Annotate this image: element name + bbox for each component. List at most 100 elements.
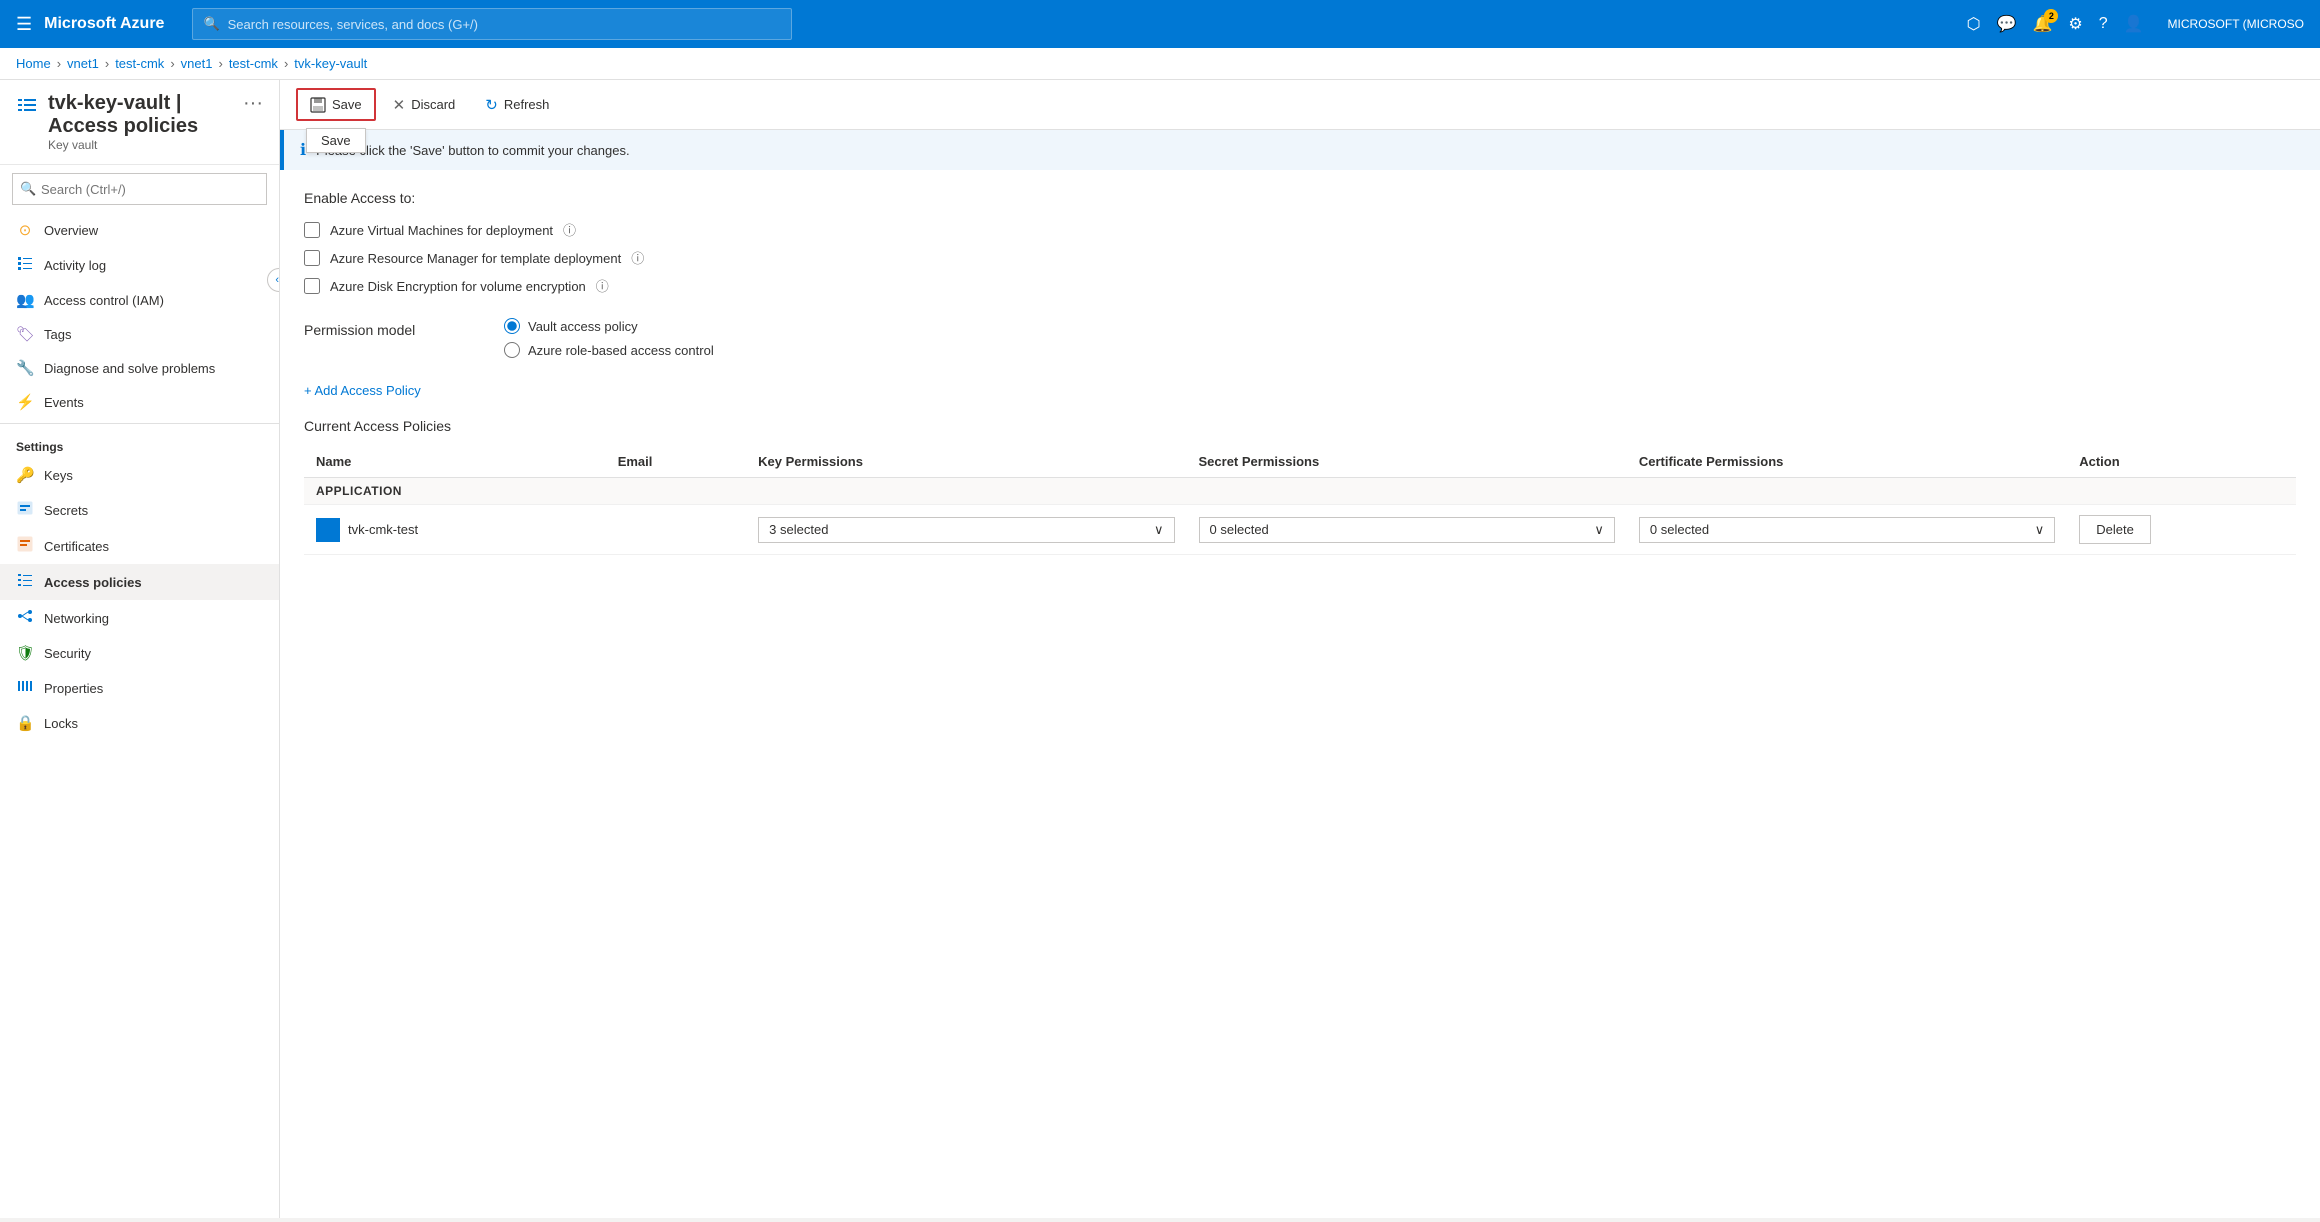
arm-checkbox[interactable] (304, 250, 320, 266)
breadcrumb-tvk-key-vault[interactable]: tvk-key-vault (294, 56, 367, 71)
sidebar-overview-label: Overview (44, 223, 98, 238)
page-title: tvk-key-vault | Access policies (48, 92, 233, 138)
key-permissions-dropdown[interactable]: 3 selected ∨ (758, 517, 1174, 543)
row-email (606, 505, 746, 555)
menu-icon[interactable]: ☰ (16, 14, 32, 35)
sidebar-item-events[interactable]: ⚡ Events (0, 385, 279, 419)
sidebar-item-certificates[interactable]: Certificates (0, 528, 279, 564)
top-nav: ☰ Microsoft Azure 🔍 Search resources, se… (0, 0, 2320, 48)
rbac-radio-item: Azure role-based access control (504, 342, 714, 358)
arm-info-btn[interactable]: ⓘ (631, 252, 644, 265)
col-email: Email (606, 446, 746, 478)
sidebar-item-diagnose[interactable]: 🔧 Diagnose and solve problems (0, 351, 279, 385)
row-action: Delete (2067, 505, 2296, 555)
rbac-label: Azure role-based access control (528, 343, 714, 358)
sidebar-item-overview[interactable]: ⊙ Overview (0, 213, 279, 247)
cert-permissions-dropdown[interactable]: 0 selected ∨ (1639, 517, 2055, 543)
delete-button[interactable]: Delete (2079, 515, 2151, 544)
rbac-radio[interactable] (504, 342, 520, 358)
vm-checkbox[interactable] (304, 222, 320, 238)
locks-icon: 🔒 (16, 714, 34, 732)
sidebar-access-policies-label: Access policies (44, 575, 142, 590)
breadcrumb-vnet1-2[interactable]: vnet1 (181, 56, 213, 71)
arm-checkbox-item: Azure Resource Manager for template depl… (304, 250, 2296, 266)
sidebar-item-security[interactable]: 🛡 Security (0, 636, 279, 670)
sidebar-item-access-control[interactable]: 👥 Access control (IAM) (0, 283, 279, 317)
sidebar-access-control-label: Access control (IAM) (44, 293, 164, 308)
col-action: Action (2067, 446, 2296, 478)
add-access-policy-link[interactable]: + Add Access Policy (304, 383, 421, 398)
save-tooltip: Save (306, 128, 366, 153)
vm-info-btn[interactable]: ⓘ (563, 224, 576, 237)
security-icon: 🛡 (16, 644, 34, 662)
discard-icon: ✕ (393, 96, 406, 114)
vm-checkbox-item: Azure Virtual Machines for deployment ⓘ (304, 222, 2296, 238)
table-row: tvk-cmk-test 3 selected ∨ 0 (304, 505, 2296, 555)
refresh-icon: ↻ (485, 96, 498, 114)
policies-table: Name Email Key Permissions Secret Permis… (304, 446, 2296, 555)
settings-section-label: Settings (0, 428, 279, 458)
key-permissions-chevron: ∨ (1154, 522, 1164, 538)
sidebar-locks-label: Locks (44, 716, 78, 731)
settings-icon[interactable]: ⚙ (2068, 14, 2082, 34)
breadcrumb-vnet1-1[interactable]: vnet1 (67, 56, 99, 71)
page-layout: tvk-key-vault | Access policies Key vaul… (0, 80, 2320, 1218)
discard-button[interactable]: ✕ Discard (380, 89, 469, 121)
disk-info-btn[interactable]: ⓘ (596, 280, 609, 293)
secret-permissions-value: 0 selected (1210, 522, 1269, 537)
account-icon[interactable]: 👤 (2124, 14, 2144, 34)
secret-permissions-dropdown[interactable]: 0 selected ∨ (1199, 517, 1615, 543)
search-icon: 🔍 (203, 16, 219, 32)
disk-checkbox-item: Azure Disk Encryption for volume encrypt… (304, 278, 2296, 294)
vault-label: Vault access policy (528, 319, 638, 334)
cert-permissions-value: 0 selected (1650, 522, 1709, 537)
save-button[interactable]: Save (296, 88, 376, 121)
sidebar-item-keys[interactable]: 🔑 Keys (0, 458, 279, 492)
sidebar-security-label: Security (44, 646, 91, 661)
row-cert-permissions: 0 selected ∨ (1627, 505, 2067, 555)
global-search[interactable]: 🔍 Search resources, services, and docs (… (192, 8, 792, 40)
sidebar-item-locks[interactable]: 🔒 Locks (0, 706, 279, 740)
col-secret-permissions: Secret Permissions (1187, 446, 1627, 478)
sidebar-search-input[interactable] (12, 173, 267, 205)
content-body: Enable Access to: Azure Virtual Machines… (280, 170, 2320, 575)
enable-access-title: Enable Access to: (304, 190, 2296, 206)
access-control-icon: 👥 (16, 291, 34, 309)
breadcrumb-home[interactable]: Home (16, 56, 51, 71)
permission-model-section: Permission model Vault access policy Azu… (304, 318, 2296, 358)
feedback-icon[interactable]: 💬 (1997, 14, 2017, 34)
app-icon (316, 518, 340, 542)
sidebar-search-icon: 🔍 (20, 181, 36, 197)
row-secret-permissions: 0 selected ∨ (1187, 505, 1627, 555)
help-icon[interactable]: ? (2099, 15, 2108, 33)
cloud-shell-icon[interactable]: ⬡ (1967, 14, 1981, 34)
breadcrumb-test-cmk-1[interactable]: test-cmk (115, 56, 164, 71)
sidebar-item-access-policies[interactable]: Access policies (0, 564, 279, 600)
more-options-icon[interactable]: ··· (243, 92, 263, 115)
keys-icon: 🔑 (16, 466, 34, 484)
row-key-permissions: 3 selected ∨ (746, 505, 1186, 555)
secrets-icon (16, 500, 34, 520)
sidebar-item-activity-log[interactable]: Activity log (0, 247, 279, 283)
sidebar-item-tags[interactable]: 🏷 Tags (0, 317, 279, 351)
breadcrumb-test-cmk-2[interactable]: test-cmk (229, 56, 278, 71)
sidebar-item-properties[interactable]: Properties (0, 670, 279, 706)
discard-label: Discard (411, 97, 455, 112)
toolbar: Save Save ✕ Discard ↻ Refresh (280, 80, 2320, 130)
sidebar-secrets-label: Secrets (44, 503, 88, 518)
vault-radio[interactable] (504, 318, 520, 334)
sidebar-keys-label: Keys (44, 468, 73, 483)
sidebar-item-secrets[interactable]: Secrets (0, 492, 279, 528)
disk-checkbox[interactable] (304, 278, 320, 294)
notification-badge: 2 (2044, 9, 2058, 23)
col-name: Name (304, 446, 606, 478)
sidebar-item-networking[interactable]: Networking (0, 600, 279, 636)
certificates-icon (16, 536, 34, 556)
activity-log-icon (16, 255, 34, 275)
sidebar: tvk-key-vault | Access policies Key vaul… (0, 80, 280, 1218)
notifications-icon[interactable]: 🔔 2 (2032, 14, 2052, 34)
refresh-label: Refresh (504, 97, 550, 112)
page-subtitle: Key vault (48, 138, 233, 152)
tags-icon: 🏷 (16, 325, 34, 343)
refresh-button[interactable]: ↻ Refresh (472, 89, 562, 121)
